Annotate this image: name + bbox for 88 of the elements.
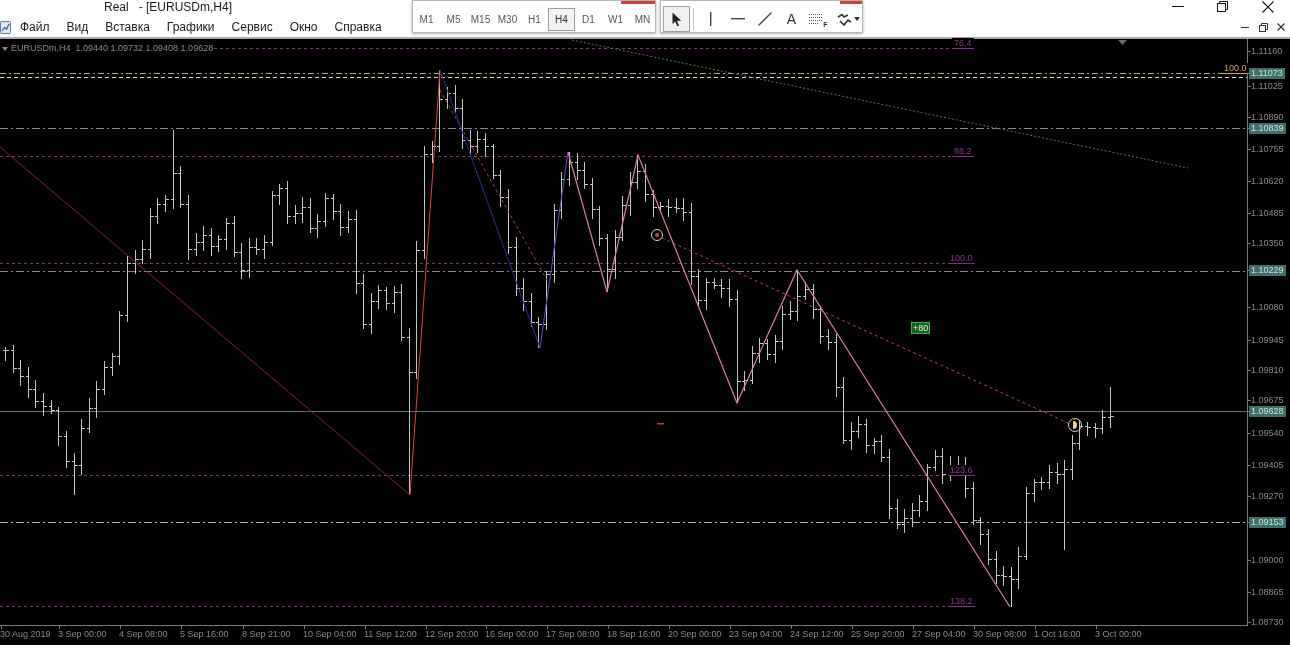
time-label: 27 Sep 04:00 xyxy=(912,629,966,640)
price-label: 1.10839 xyxy=(1249,123,1286,134)
price-label: 1.10755 xyxy=(1250,144,1285,155)
timeframe-button[interactable]: MN xyxy=(629,8,656,31)
time-label: 10 Sep 04:00 xyxy=(303,629,357,640)
price-label: 1.11025 xyxy=(1250,81,1284,92)
price-label: 1.08730 xyxy=(1250,617,1285,628)
price-label: 1.11160 xyxy=(1250,46,1284,57)
price-label: 1.09540 xyxy=(1250,428,1285,439)
fib-level-label: 138.2 xyxy=(948,596,975,607)
timeframe-button[interactable]: D1 xyxy=(575,8,602,31)
time-label: 4 Sep 08:00 xyxy=(119,629,168,640)
fib-level-label: 100.0 xyxy=(948,253,975,264)
app-icon xyxy=(0,20,11,34)
price-label: 1.09628 xyxy=(1249,406,1286,417)
price-label: 1.10229 xyxy=(1249,265,1286,276)
restore-icon xyxy=(1217,1,1228,12)
timeframe-button[interactable]: H4 xyxy=(548,8,575,31)
window-title: Real - [EURUSDm,H4] xyxy=(104,0,233,14)
restore-icon xyxy=(1258,22,1268,32)
price-label: 1.09000 xyxy=(1250,555,1285,566)
triangle-marker-icon xyxy=(1118,40,1127,45)
price-label: 1.09405 xyxy=(1250,460,1285,471)
minimize-icon xyxy=(1241,26,1249,28)
symbol-label: EURUSDm,H4 xyxy=(11,43,71,54)
fib-level-label: 88.2 xyxy=(952,146,974,157)
price-label: 1.08865 xyxy=(1250,587,1285,598)
time-label: 18 Sep 16:00 xyxy=(607,629,661,640)
horizontal-line-icon xyxy=(730,18,745,20)
dotted-lines-icon xyxy=(809,13,824,25)
time-label: 23 Sep 04:00 xyxy=(729,629,783,640)
price-label: 1.10890 xyxy=(1250,112,1285,123)
dash-mark xyxy=(657,423,664,425)
price-label: 1.10350 xyxy=(1250,238,1285,249)
timeframe-button[interactable]: W1 xyxy=(602,8,629,31)
time-label: 3 Oct 00:00 xyxy=(1095,629,1142,640)
timeframe-button[interactable]: M15 xyxy=(467,8,494,31)
menu-item[interactable]: Вид xyxy=(66,20,89,34)
time-label: 30 Sep 08:00 xyxy=(973,629,1027,640)
close-icon xyxy=(1261,0,1274,13)
menu-item[interactable]: Сервис xyxy=(231,20,273,34)
cursor-tool-button[interactable] xyxy=(663,6,690,32)
time-label: 25 Sep 20:00 xyxy=(851,629,905,640)
time-label: 8 Sep 21:00 xyxy=(242,629,291,640)
quote-values: 1.09440 1.09732 1.09408 1.09628 xyxy=(75,43,214,54)
price-label: 1.09945 xyxy=(1250,335,1285,346)
fib-level-label: 76.4 xyxy=(952,38,974,49)
timeframe-button[interactable]: M30 xyxy=(494,8,521,31)
minimize-icon xyxy=(1171,6,1184,7)
time-label: 5 Sep 16:00 xyxy=(180,629,229,640)
profit-label: +80 xyxy=(911,322,931,334)
timeframe-button[interactable]: H1 xyxy=(521,8,548,31)
price-label: 1.10080 xyxy=(1250,302,1285,313)
price-label: 1.09675 xyxy=(1250,395,1285,406)
price-label: 1.10620 xyxy=(1250,176,1285,187)
caret-icon xyxy=(854,17,860,21)
circle-marker-icon xyxy=(651,229,663,241)
price-label: 1.11073 xyxy=(1249,68,1285,79)
vertical-line-icon xyxy=(709,12,712,26)
menu-item[interactable]: Окно xyxy=(289,20,318,34)
price-label: 1.10485 xyxy=(1250,208,1285,219)
text-tool-button[interactable]: A xyxy=(778,6,805,32)
arrows-icon xyxy=(837,12,852,26)
menu-item[interactable]: Справка xyxy=(334,20,382,34)
time-label: 20 Sep 00:00 xyxy=(668,629,722,640)
menu-item[interactable]: Графики xyxy=(166,20,215,34)
time-label: 30 Aug 2019 xyxy=(0,629,51,640)
diagonal-line-icon xyxy=(757,12,772,26)
fib-level-label: 100.0 xyxy=(1222,63,1249,74)
time-label: 1 Oct 16:00 xyxy=(1034,629,1081,640)
time-label: 16 Sep 00:00 xyxy=(485,629,539,640)
price-label: 1.09270 xyxy=(1250,491,1285,502)
time-label: 11 Sep 12:00 xyxy=(364,629,417,640)
time-label: 24 Sep 12:00 xyxy=(790,629,844,640)
time-label: 17 Sep 08:00 xyxy=(546,629,600,640)
menu-item[interactable]: Вставка xyxy=(105,20,150,34)
timeframe-button[interactable]: M5 xyxy=(440,8,467,31)
menu-item[interactable]: Файл xyxy=(20,20,50,34)
fib-level-label: 123.6 xyxy=(948,465,975,476)
pointer-icon xyxy=(671,11,682,27)
price-label: 1.09153 xyxy=(1249,517,1286,528)
price-label: 1.09810 xyxy=(1250,365,1285,376)
close-icon xyxy=(1277,23,1285,31)
time-label: 3 Sep 00:00 xyxy=(58,629,107,640)
timeframe-button[interactable]: M1 xyxy=(413,8,440,31)
circle-marker-icon xyxy=(1068,418,1082,432)
caret-icon xyxy=(2,46,8,51)
time-label: 12 Sep 20:00 xyxy=(425,629,479,640)
